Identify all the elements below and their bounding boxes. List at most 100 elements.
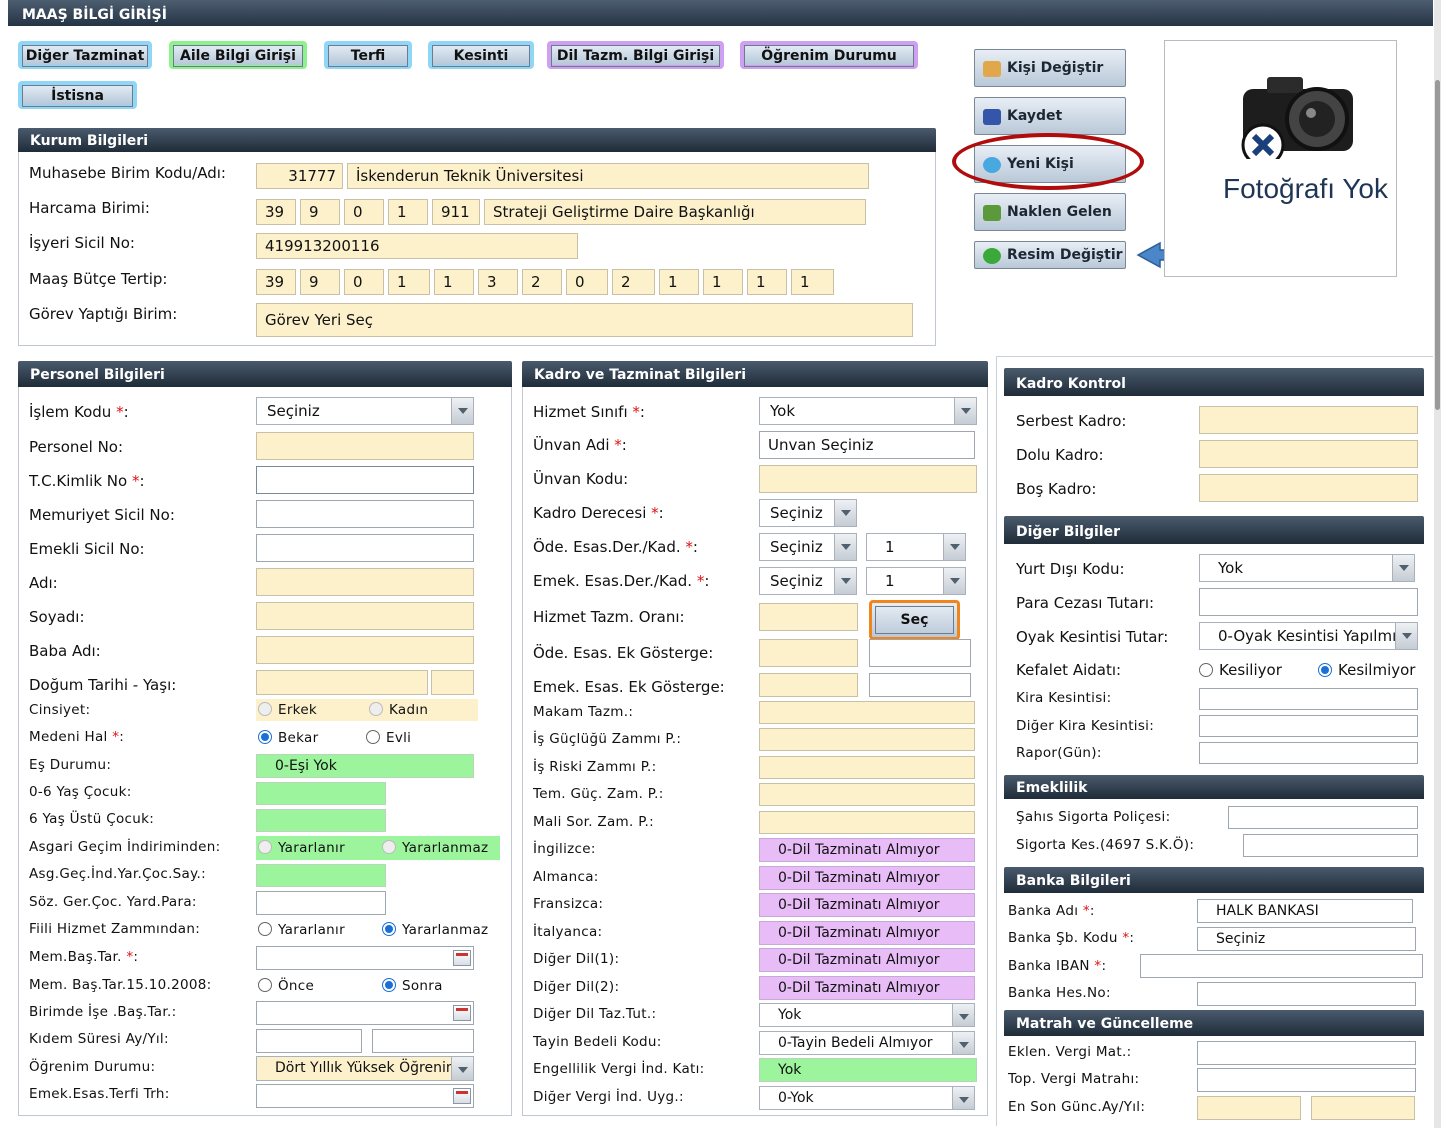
makam-field[interactable] <box>759 701 975 724</box>
emek-ek-field[interactable] <box>759 673 858 697</box>
diger-dil-taz-select[interactable]: Yok <box>759 1003 975 1027</box>
evli-radio[interactable]: Evli <box>366 730 411 746</box>
banka-sube-field[interactable]: Seçiniz <box>1197 927 1416 951</box>
tertip-8[interactable]: 0 <box>566 269 608 295</box>
muhasebe-ad-field[interactable]: İskenderun Teknik Üniversitesi <box>347 163 869 189</box>
ode-ek-field-2[interactable] <box>869 639 971 667</box>
soyadi-field[interactable] <box>256 602 474 630</box>
birimde-field[interactable] <box>256 1001 474 1025</box>
para-cezasi-field[interactable] <box>1199 588 1418 616</box>
once-radio[interactable]: Önce <box>258 978 314 994</box>
tab-ogrenim-durumu[interactable]: Öğrenim Durumu <box>740 41 918 69</box>
bos-kadro-field[interactable] <box>1199 474 1418 502</box>
sonra-radio[interactable]: Sonra <box>382 978 443 994</box>
kaydet-button[interactable]: Kaydet <box>974 97 1126 135</box>
tertip-9[interactable]: 2 <box>612 269 655 295</box>
agi-yararlanir-radio[interactable]: Yararlanır <box>258 840 345 856</box>
is-guclugu-field[interactable] <box>759 728 975 751</box>
dolu-kadro-field[interactable] <box>1199 440 1418 468</box>
harcama-ad-field[interactable]: Strateji Geliştirme Daire Başkanlığı <box>484 199 866 225</box>
calendar-icon[interactable] <box>453 950 471 966</box>
emek-esas-kad-select[interactable]: 1 <box>866 567 966 595</box>
tertip-10[interactable]: 1 <box>659 269 699 295</box>
sigorta-kes-field[interactable] <box>1243 834 1418 857</box>
kesiliyor-radio[interactable]: Kesiliyor <box>1199 661 1282 679</box>
isyeri-sicil-field[interactable]: 419913200116 <box>256 233 578 259</box>
tab-diger-tazminat[interactable]: Diğer Tazminat <box>18 41 152 69</box>
muhasebe-kod-field[interactable]: 31777 <box>256 163 343 189</box>
sahis-sigorta-field[interactable] <box>1228 806 1418 829</box>
adi-field[interactable] <box>256 568 474 596</box>
emekli-sicil-field[interactable] <box>256 534 474 562</box>
ingilizce-field[interactable]: 0-Dil Tazminatı Almıyor <box>759 838 975 862</box>
harcama-1[interactable]: 39 <box>256 199 296 225</box>
eklen-vergi-field[interactable] <box>1197 1041 1416 1065</box>
tertip-5[interactable]: 1 <box>434 269 474 295</box>
harcama-5[interactable]: 911 <box>432 199 480 225</box>
agi-yararlanmaz-radio[interactable]: Yararlanmaz <box>382 840 488 856</box>
tertip-2[interactable]: 9 <box>300 269 340 295</box>
top-vergi-field[interactable] <box>1197 1068 1416 1092</box>
is-riski-field[interactable] <box>759 756 975 779</box>
hizmet-sinifi-select[interactable]: Yok <box>759 397 977 425</box>
tem-guc-field[interactable] <box>759 783 975 806</box>
tab-terfi[interactable]: Terfi <box>324 41 412 69</box>
diger-vergi-select[interactable]: 0-Yok <box>759 1086 975 1110</box>
tayin-select[interactable]: 0-Tayin Bedeli Almıyor <box>759 1031 975 1055</box>
tertip-7[interactable]: 2 <box>522 269 562 295</box>
islem-kodu-select[interactable]: Seçiniz <box>256 397 474 425</box>
banka-hesno-field[interactable] <box>1197 982 1416 1006</box>
cocuk-6-field[interactable] <box>256 809 386 832</box>
harcama-3[interactable]: 0 <box>344 199 384 225</box>
resim-degistir-button[interactable]: Resim Değiştir <box>974 241 1126 269</box>
ogrenim-select[interactable]: Dört Yıllık Yüksek Öğrenim <box>256 1056 474 1081</box>
agi-cocuk-field[interactable] <box>256 864 386 887</box>
kisi-degistir-button[interactable]: Kişi Değiştir <box>974 49 1126 87</box>
oyak-select[interactable]: 0-Oyak Kesintisi Yapılmıyor <box>1199 622 1418 650</box>
dogum-field[interactable] <box>256 670 428 695</box>
kadro-derecesi-select[interactable]: Seçiniz <box>759 499 857 527</box>
tertip-4[interactable]: 1 <box>388 269 430 295</box>
kira-field[interactable] <box>1199 688 1418 710</box>
tertip-13[interactable]: 1 <box>791 269 834 295</box>
italyanca-field[interactable]: 0-Dil Tazminatı Almıyor <box>759 921 975 945</box>
diger-dil-1-field[interactable]: 0-Dil Tazminatı Almıyor <box>759 948 975 972</box>
banka-iban-field[interactable] <box>1140 954 1423 978</box>
baba-adi-field[interactable] <box>256 636 474 664</box>
soz-field[interactable] <box>256 891 386 915</box>
kesilmiyor-radio[interactable]: Kesilmiyor <box>1318 661 1415 679</box>
unvan-kodu-field[interactable] <box>759 465 977 493</box>
yas-field[interactable] <box>431 670 474 695</box>
diger-kira-field[interactable] <box>1199 715 1418 737</box>
unvan-adi-field[interactable]: Unvan Seçiniz <box>759 431 975 459</box>
erkek-radio[interactable]: Erkek <box>258 702 317 718</box>
tab-aile-bilgi[interactable]: Aile Bilgi Girişi <box>169 41 307 69</box>
memuriyet-field[interactable] <box>256 500 474 528</box>
hizmet-tazm-field[interactable] <box>759 603 858 631</box>
harcama-2[interactable]: 9 <box>300 199 340 225</box>
tc-field[interactable] <box>256 466 474 494</box>
tertip-11[interactable]: 1 <box>703 269 743 295</box>
personel-no-field[interactable] <box>256 432 474 460</box>
engellilik-field[interactable]: Yok <box>759 1058 977 1082</box>
tab-istisna[interactable]: İstisna <box>18 81 137 109</box>
calendar-icon[interactable] <box>453 1088 471 1104</box>
son-gunc-ay-field[interactable] <box>1197 1096 1301 1120</box>
fiili-yararlanir-radio[interactable]: Yararlanır <box>258 922 345 938</box>
emek-terfi-field[interactable] <box>256 1084 474 1108</box>
emek-ek-field-2[interactable] <box>869 673 971 697</box>
tertip-12[interactable]: 1 <box>747 269 787 295</box>
tertip-6[interactable]: 3 <box>478 269 518 295</box>
es-durumu-field[interactable]: 0-Eşi Yok <box>256 754 474 778</box>
ode-esas-kad-select[interactable]: 1 <box>866 533 966 561</box>
cocuk-06-field[interactable] <box>256 782 386 805</box>
almanca-field[interactable]: 0-Dil Tazminatı Almıyor <box>759 866 975 890</box>
scrollbar-thumb[interactable] <box>1435 80 1440 410</box>
mali-field[interactable] <box>759 811 975 834</box>
mem-bas-field[interactable] <box>256 946 474 970</box>
tab-dil-tazm[interactable]: Dil Tazm. Bilgi Girişi <box>547 41 724 69</box>
harcama-4[interactable]: 1 <box>388 199 428 225</box>
bekar-radio[interactable]: Bekar <box>258 730 318 746</box>
sec-button[interactable]: Seç <box>869 600 960 640</box>
calendar-icon[interactable] <box>453 1005 471 1021</box>
